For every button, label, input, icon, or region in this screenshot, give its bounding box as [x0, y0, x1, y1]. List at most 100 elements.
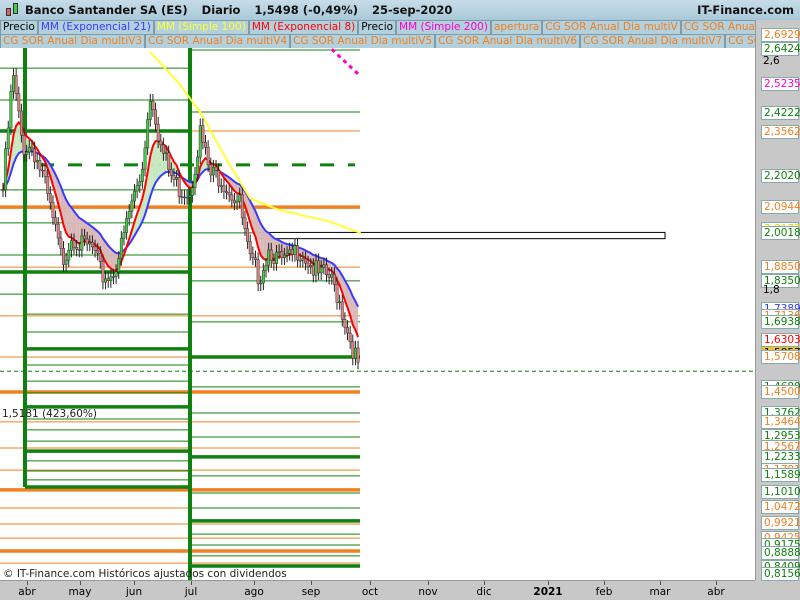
- candle-body: [180, 196, 184, 198]
- candle-body: [290, 249, 294, 255]
- legend-item[interactable]: CG SOR Anual Dia multiV5: [290, 34, 436, 49]
- candle-body: [85, 238, 89, 245]
- candle-body: [161, 144, 165, 154]
- chart-canvas[interactable]: [0, 48, 755, 580]
- candle-body: [198, 125, 202, 158]
- legend-item[interactable]: MM (Exponencial 8): [248, 20, 359, 35]
- candle-body: [172, 175, 176, 180]
- candle-body: [230, 194, 234, 201]
- candle-body: [143, 147, 147, 170]
- time-axis-label: sep: [301, 586, 321, 598]
- price-axis-label: 2,0944: [761, 199, 800, 214]
- candle-body: [343, 319, 347, 328]
- candle-body: [280, 251, 284, 258]
- price-axis-label: 1,4500: [761, 384, 800, 399]
- legend-row-2: CG SOR Anual Dia multiV3 CG SOR Anual Dia…: [0, 34, 755, 49]
- legend-item[interactable]: CG SOR Anual Dia multiV2: [680, 20, 755, 35]
- time-tick: [27, 581, 28, 585]
- candle-body: [269, 249, 273, 261]
- candle-body: [235, 200, 239, 204]
- candle-body: [104, 278, 108, 283]
- price-chart[interactable]: 1,5181 (423,60%): [0, 48, 755, 580]
- candle-body: [101, 261, 105, 283]
- legend-item[interactable]: Precio: [358, 20, 397, 35]
- candle-body: [261, 270, 265, 284]
- legend-item[interactable]: Precio: [0, 20, 38, 35]
- candle-body: [314, 260, 318, 276]
- candlestick-logo-icon: [3, 1, 21, 19]
- date: 25-sep-2020: [371, 3, 453, 17]
- time-tick: [484, 581, 485, 585]
- candle-body: [275, 251, 278, 264]
- candle-body: [164, 152, 168, 155]
- legend-item[interactable]: CG SOR Anual Dia multiV7: [580, 34, 726, 49]
- candle-body: [6, 127, 10, 149]
- price-axis-label: 1,1010: [761, 485, 800, 500]
- candle-body: [114, 271, 118, 277]
- ema8-line: [2, 120, 359, 338]
- candle-body: [135, 185, 139, 192]
- candle-body: [204, 141, 207, 148]
- legend-item[interactable]: MM (Simple 200): [396, 20, 491, 35]
- candle-body: [264, 265, 268, 271]
- candle-body: [353, 347, 357, 359]
- candle-body: [12, 75, 15, 92]
- legend-item[interactable]: CG SOR Anual Dia multiV: [542, 20, 681, 35]
- time-axis-label: nov: [418, 586, 438, 598]
- candle-body: [169, 169, 173, 176]
- price-axis-label: 1,1589: [761, 468, 800, 483]
- candle-body: [348, 332, 352, 343]
- candle-body: [254, 257, 257, 260]
- candle-body: [17, 93, 21, 112]
- candle-body: [27, 146, 31, 153]
- candle-body: [296, 245, 300, 261]
- candle-body: [201, 125, 205, 143]
- legend-item[interactable]: MM (Exponencial 21): [37, 20, 154, 35]
- candle-body: [317, 260, 321, 274]
- candle-body: [304, 258, 307, 264]
- candle-body: [196, 156, 200, 175]
- legend-item[interactable]: MM (Simple 100): [153, 20, 249, 35]
- candle-body: [109, 276, 113, 281]
- price-axis-label: 1,3464: [761, 414, 800, 429]
- time-axis-label: abr: [707, 586, 725, 598]
- candle-body: [306, 262, 310, 268]
- legend-item[interactable]: CG SOR Anual Dia multiV6: [435, 34, 581, 49]
- candle-body: [67, 249, 71, 261]
- price-axis-label: 2,5235: [761, 76, 800, 91]
- candle-body: [243, 217, 247, 230]
- candle-body: [146, 119, 150, 149]
- candle-body: [98, 252, 102, 262]
- legend-item[interactable]: CG SOR Anual Dia multiV8: [725, 34, 755, 49]
- candle-body: [246, 228, 250, 242]
- candle-body: [277, 251, 281, 253]
- candle-body: [167, 152, 171, 170]
- candle-body: [288, 249, 292, 254]
- candle-body: [62, 248, 65, 265]
- candle-body: [190, 187, 194, 196]
- candle-body: [106, 278, 110, 281]
- candle-body: [19, 110, 23, 136]
- time-tick: [604, 581, 605, 585]
- price-axis-label: 2,4222: [761, 105, 800, 120]
- legend-item[interactable]: CG SOR Anual Dia multiV4: [145, 34, 291, 49]
- candle-body: [154, 109, 157, 125]
- candle-body: [25, 151, 29, 155]
- candle-body: [222, 185, 226, 192]
- candle-body: [54, 217, 58, 225]
- price-axis-label: 2,3562: [761, 124, 800, 139]
- candle-body: [177, 177, 181, 197]
- candle-body: [211, 166, 215, 176]
- candle-body: [175, 177, 179, 180]
- legend-item[interactable]: CG SOR Anual Dia multiV3: [0, 34, 146, 49]
- legend-item[interactable]: apertura: [490, 20, 543, 35]
- sma200-line: [330, 48, 362, 78]
- candle-body: [188, 195, 192, 198]
- candle-body: [72, 240, 76, 248]
- time-axis-label: feb: [595, 586, 613, 598]
- brand: IT-Finance.com: [697, 3, 794, 17]
- time-tick: [660, 581, 661, 585]
- candle-body: [56, 223, 60, 239]
- time-axis-label: oct: [361, 586, 379, 598]
- candle-body: [122, 232, 126, 239]
